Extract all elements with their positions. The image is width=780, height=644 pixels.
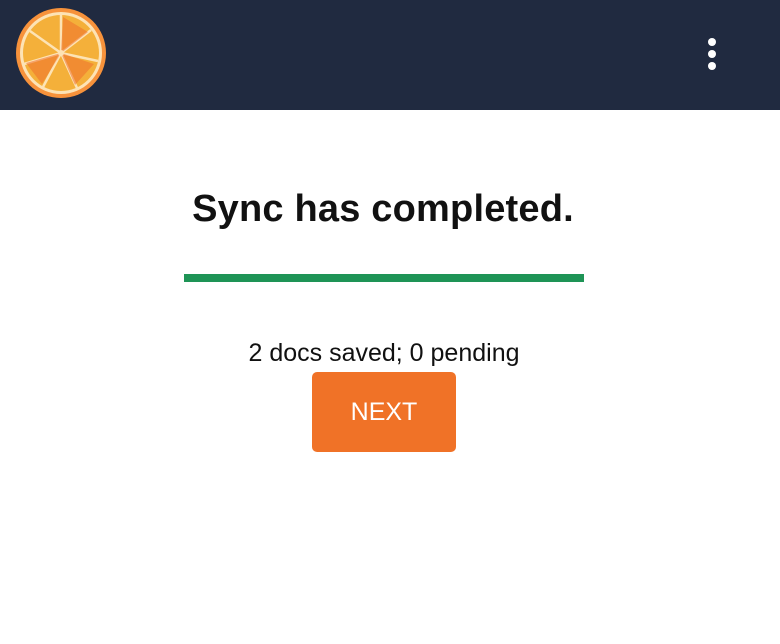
more-vertical-icon-dot: [708, 50, 716, 58]
more-vertical-icon-dot: [708, 62, 716, 70]
app-window: Sync has completed. 2 docs saved; 0 pend…: [0, 0, 780, 644]
orange-slice-logo: [16, 8, 106, 98]
sync-status-text: 2 docs saved; 0 pending: [248, 339, 520, 367]
sync-progress-bar: [184, 274, 584, 282]
sync-progress-fill: [184, 274, 584, 282]
more-options-button[interactable]: [692, 30, 732, 78]
next-button[interactable]: NEXT: [312, 372, 456, 452]
sync-title: Sync has completed.: [192, 188, 574, 230]
sync-content: Sync has completed. 2 docs saved; 0 pend…: [0, 110, 780, 644]
top-app-bar: [0, 0, 780, 110]
more-vertical-icon: [708, 38, 716, 46]
